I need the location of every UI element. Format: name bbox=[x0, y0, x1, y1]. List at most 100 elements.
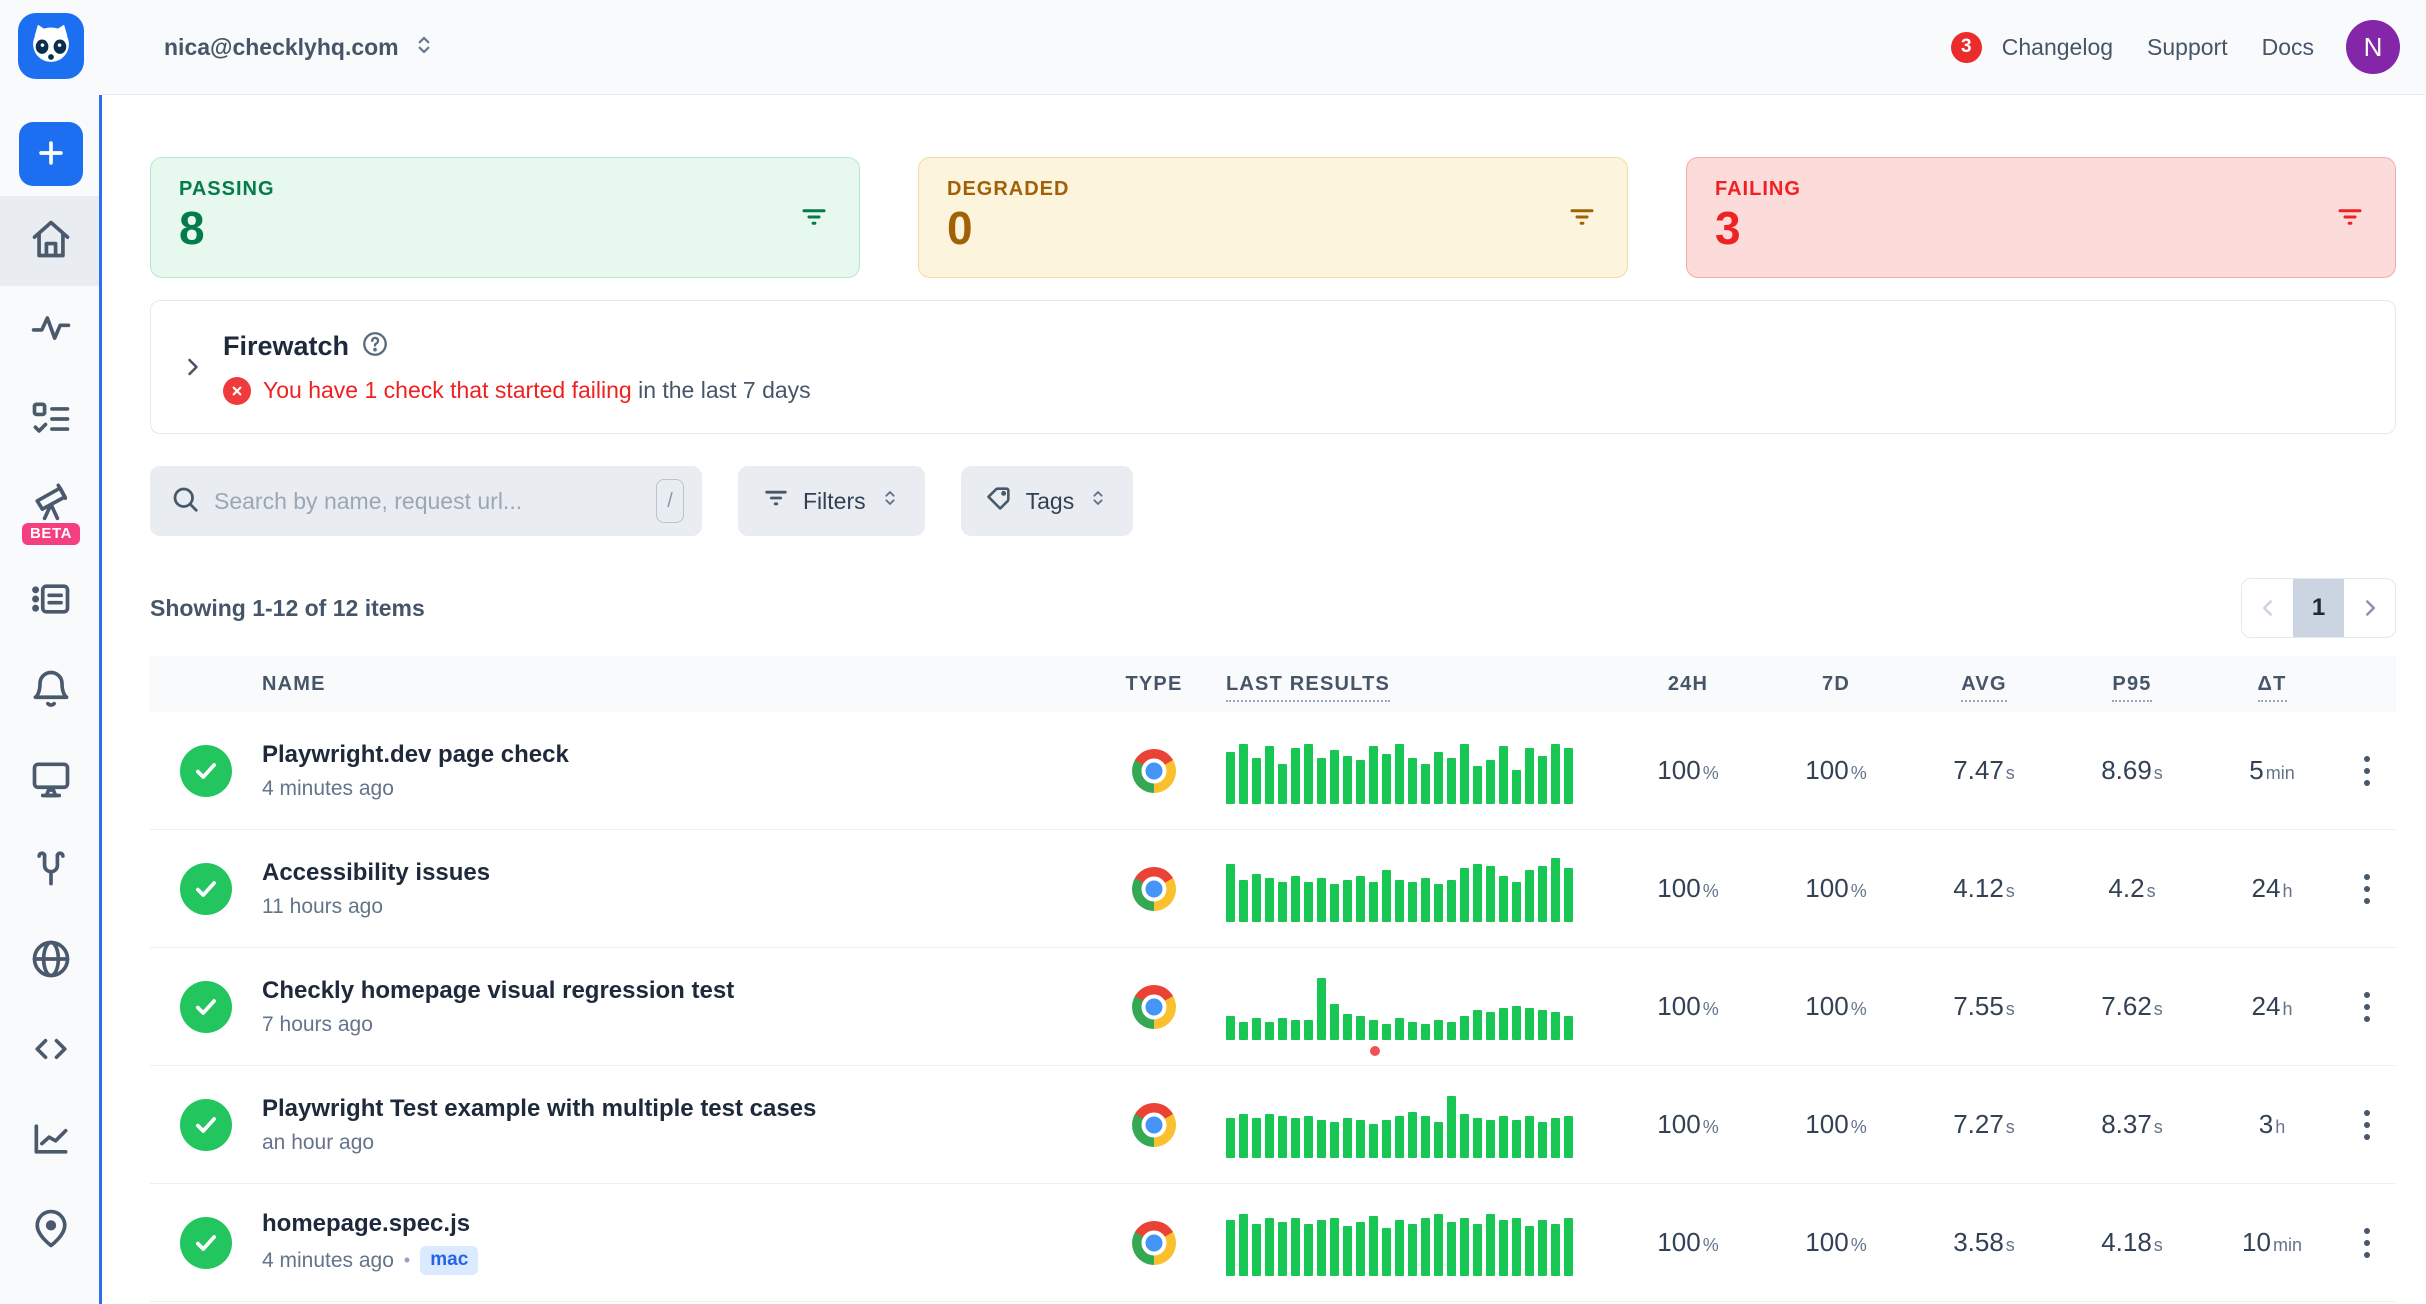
globe-icon bbox=[29, 937, 73, 986]
check-last-run-time: 4 minutes ago bbox=[262, 777, 394, 801]
search-icon bbox=[170, 484, 200, 519]
tags-button[interactable]: Tags bbox=[961, 466, 1134, 536]
row-menu-kebab-icon[interactable] bbox=[2338, 748, 2396, 794]
passing-label: PASSING bbox=[179, 178, 831, 201]
row-menu-kebab-icon[interactable] bbox=[2338, 1220, 2396, 1266]
failing-card[interactable]: FAILING 3 bbox=[1686, 157, 2396, 278]
code-icon bbox=[29, 1027, 73, 1076]
metric-24h: 100% bbox=[1614, 1227, 1762, 1258]
sidebar-item-locations[interactable] bbox=[0, 1186, 102, 1276]
passing-card[interactable]: PASSING 8 bbox=[150, 157, 860, 278]
search-input[interactable] bbox=[214, 488, 642, 515]
row-menu-kebab-icon[interactable] bbox=[2338, 984, 2396, 1030]
slash-shortcut-key: / bbox=[656, 479, 684, 523]
create-check-button[interactable] bbox=[19, 122, 83, 186]
metric-7d: 100% bbox=[1762, 1227, 1910, 1258]
help-circle-icon[interactable] bbox=[361, 330, 389, 363]
row-menu-kebab-icon[interactable] bbox=[2338, 866, 2396, 912]
check-name[interactable]: Checkly homepage visual regression test bbox=[262, 977, 1094, 1005]
metric-avg: 4.12s bbox=[1910, 873, 2058, 904]
sidebar-item-analytics[interactable] bbox=[0, 1096, 102, 1186]
sidebar-item-alerts[interactable] bbox=[0, 646, 102, 736]
col-p95[interactable]: P95 bbox=[2058, 673, 2206, 696]
metric-delta-t: 24h bbox=[2206, 991, 2338, 1022]
chevrons-up-down-icon bbox=[1087, 487, 1109, 515]
sidebar-item-private-locations[interactable] bbox=[0, 916, 102, 1006]
name-cell[interactable]: Accessibility issues 11 hours ago bbox=[262, 859, 1094, 919]
last-results-sparkline[interactable] bbox=[1214, 974, 1614, 1040]
alert-rest-text: in the last 7 days bbox=[632, 377, 811, 403]
status-cell bbox=[150, 863, 262, 915]
pagination: 1 bbox=[2241, 578, 2396, 638]
sidebar: BETA bbox=[0, 0, 102, 1304]
name-cell[interactable]: homepage.spec.js 4 minutes ago • mac bbox=[262, 1210, 1094, 1275]
last-results-sparkline[interactable] bbox=[1214, 856, 1614, 922]
check-passing-icon bbox=[180, 863, 232, 915]
name-cell[interactable]: Playwright.dev page check 4 minutes ago bbox=[262, 741, 1094, 801]
table-row[interactable]: Playwright.dev page check 4 minutes ago … bbox=[150, 712, 2396, 830]
checks-table: NAME TYPE LAST RESULTS 24H 7D AVG P95 ΔT… bbox=[150, 656, 2396, 1302]
filter-funnel-icon bbox=[762, 484, 790, 518]
table-row[interactable]: Playwright Test example with multiple te… bbox=[150, 1066, 2396, 1184]
sidebar-item-checks[interactable] bbox=[0, 376, 102, 466]
type-cell bbox=[1094, 867, 1214, 911]
sidebar-item-dashboards[interactable] bbox=[0, 736, 102, 826]
account-switcher[interactable]: nica@checklyhq.com bbox=[164, 32, 437, 63]
sidebar-item-detect-beta[interactable]: BETA bbox=[0, 466, 102, 556]
table-row[interactable]: homepage.spec.js 4 minutes ago • mac 100… bbox=[150, 1184, 2396, 1302]
changelog-link[interactable]: Changelog bbox=[2002, 34, 2113, 61]
sidebar-item-home[interactable] bbox=[0, 196, 102, 286]
next-page-button[interactable] bbox=[2344, 579, 2395, 637]
table-body: Playwright.dev page check 4 minutes ago … bbox=[150, 712, 2396, 1302]
metric-7d: 100% bbox=[1762, 991, 1910, 1022]
filter-funnel-icon[interactable] bbox=[799, 202, 829, 237]
support-link[interactable]: Support bbox=[2147, 34, 2228, 61]
col-last-results[interactable]: LAST RESULTS bbox=[1214, 673, 1614, 696]
metric-24h: 100% bbox=[1614, 991, 1762, 1022]
beta-badge: BETA bbox=[22, 523, 80, 545]
sidebar-item-maintenance[interactable] bbox=[0, 826, 102, 916]
check-name[interactable]: Playwright Test example with multiple te… bbox=[262, 1095, 1094, 1123]
last-results-sparkline[interactable] bbox=[1214, 1210, 1614, 1276]
checkly-logo[interactable] bbox=[18, 13, 84, 79]
expand-chevron-icon[interactable] bbox=[173, 353, 213, 381]
last-results-sparkline[interactable] bbox=[1214, 738, 1614, 804]
chrome-browser-icon bbox=[1132, 1103, 1176, 1147]
sidebar-item-cli[interactable] bbox=[0, 1006, 102, 1096]
status-cell bbox=[150, 1217, 262, 1269]
home-icon bbox=[29, 217, 73, 266]
filter-funnel-icon[interactable] bbox=[1567, 202, 1597, 237]
env-badge: mac bbox=[420, 1246, 478, 1275]
degraded-card[interactable]: DEGRADED 0 bbox=[918, 157, 1628, 278]
type-cell bbox=[1094, 1221, 1214, 1265]
col-avg[interactable]: AVG bbox=[1910, 673, 2058, 696]
name-cell[interactable]: Checkly homepage visual regression test … bbox=[262, 977, 1094, 1037]
table-row[interactable]: Accessibility issues 11 hours ago 100% 1… bbox=[150, 830, 2396, 948]
check-name[interactable]: Accessibility issues bbox=[262, 859, 1094, 887]
toolbar: / Filters Tags bbox=[150, 466, 2396, 536]
check-name[interactable]: Playwright.dev page check bbox=[262, 741, 1094, 769]
prev-page-button[interactable] bbox=[2242, 579, 2293, 637]
row-menu-kebab-icon[interactable] bbox=[2338, 1102, 2396, 1148]
changelog-badge[interactable]: 3 bbox=[1951, 32, 1982, 63]
type-cell bbox=[1094, 749, 1214, 793]
col-name: NAME bbox=[262, 673, 1094, 696]
checks-list-icon bbox=[29, 397, 73, 446]
filter-funnel-icon[interactable] bbox=[2335, 202, 2365, 237]
sidebar-item-activity[interactable] bbox=[0, 286, 102, 376]
docs-link[interactable]: Docs bbox=[2262, 34, 2314, 61]
table-row[interactable]: Checkly homepage visual regression test … bbox=[150, 948, 2396, 1066]
tags-label: Tags bbox=[1026, 488, 1075, 515]
user-avatar[interactable]: N bbox=[2346, 20, 2400, 74]
filters-label: Filters bbox=[803, 488, 866, 515]
location-pin-icon bbox=[29, 1207, 73, 1256]
filters-button[interactable]: Filters bbox=[738, 466, 925, 536]
col-delta-t[interactable]: ΔT bbox=[2206, 673, 2338, 696]
telescope-icon bbox=[29, 478, 73, 527]
check-name[interactable]: homepage.spec.js bbox=[262, 1210, 1094, 1238]
last-results-sparkline[interactable] bbox=[1214, 1092, 1614, 1158]
page-number[interactable]: 1 bbox=[2293, 579, 2344, 637]
name-cell[interactable]: Playwright Test example with multiple te… bbox=[262, 1095, 1094, 1155]
search-box[interactable]: / bbox=[150, 466, 702, 536]
sidebar-item-logs[interactable] bbox=[0, 556, 102, 646]
